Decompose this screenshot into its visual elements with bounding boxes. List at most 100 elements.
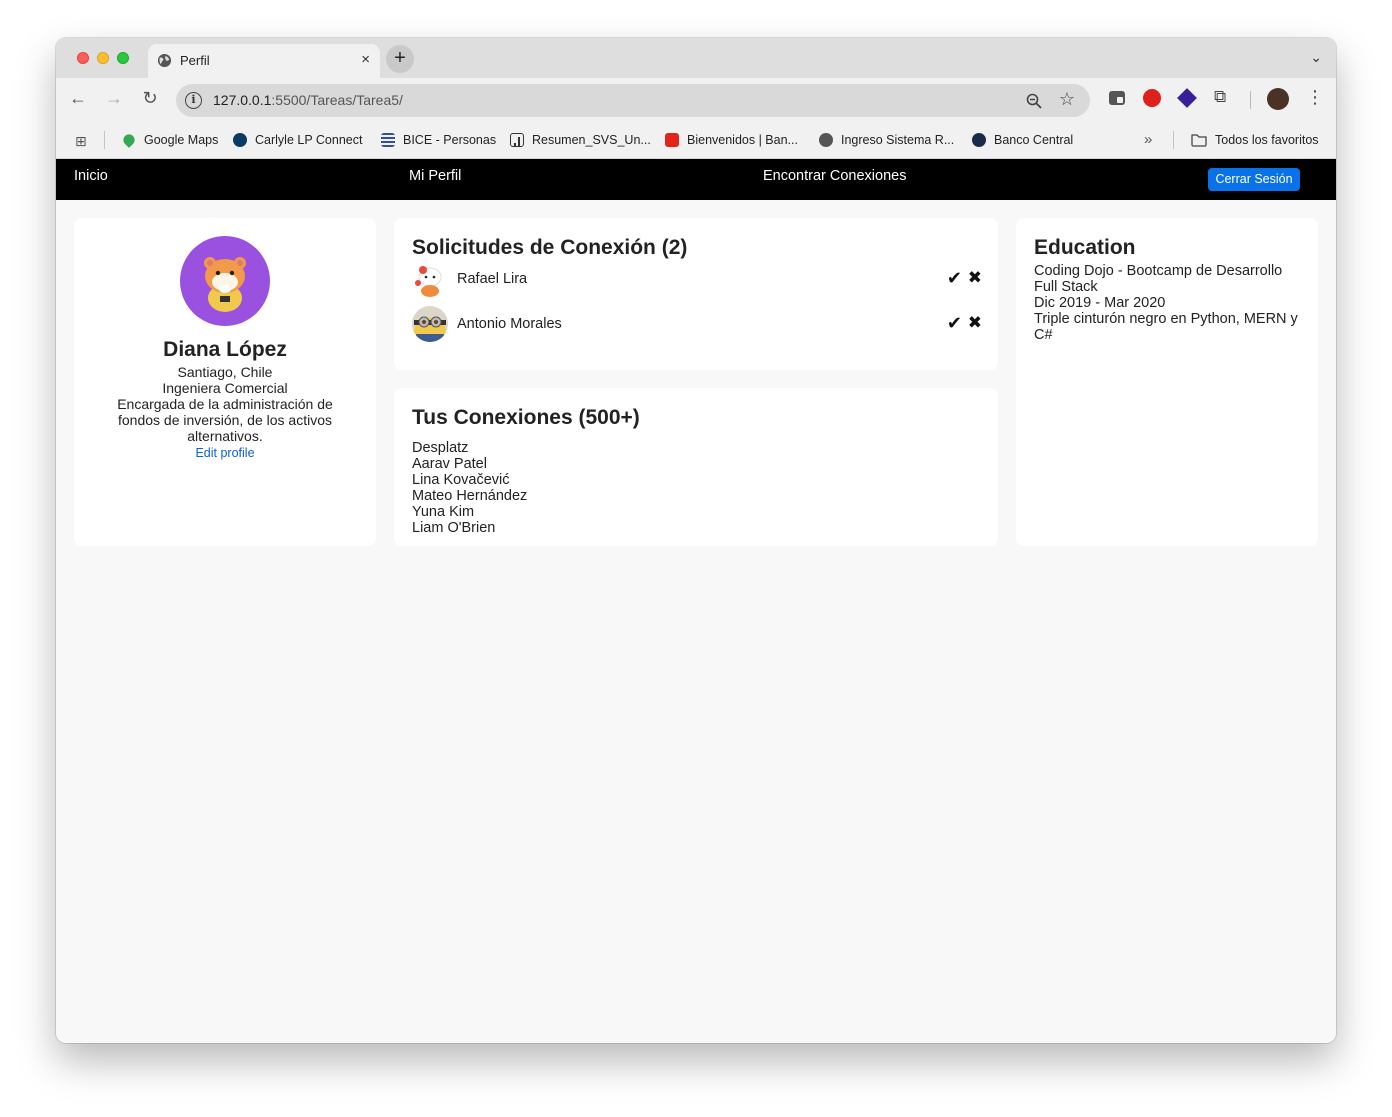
globe-icon (157, 53, 172, 68)
profile-card: Diana López Santiago, Chile Ingeniera Co… (74, 218, 376, 546)
bookmark-divider (1173, 131, 1174, 149)
connections-list: Desplatz Aarav Patel Lina Kovačević Mate… (412, 440, 527, 536)
url-host: 127.0.0.1 (213, 92, 272, 108)
maximize-window-button[interactable] (117, 52, 129, 64)
google-maps-icon (121, 132, 137, 148)
folder-icon (1191, 134, 1207, 147)
minimize-window-button[interactable] (97, 52, 109, 64)
bookmark-label: Carlyle LP Connect (255, 133, 363, 147)
edit-profile-link[interactable]: Edit profile (110, 445, 340, 461)
browser-window: Perfil × + ⌄ ← → ↻ i 127.0.0.1:5500/Tare… (56, 38, 1336, 1043)
reload-icon[interactable]: ↻ (138, 88, 162, 109)
profile-location: Santiago, Chile (177, 364, 273, 380)
accept-check-icon[interactable]: ✔ (947, 313, 962, 334)
reject-x-icon[interactable]: ✖ (968, 268, 982, 288)
new-tab-button[interactable]: + (386, 45, 414, 73)
bookmark-label: Google Maps (144, 133, 219, 147)
layers-extension-icon[interactable] (1177, 88, 1197, 108)
browser-tab[interactable]: Perfil × (148, 44, 380, 78)
connections-card: Tus Conexiones (500+) Desplatz Aarav Pat… (394, 388, 998, 546)
list-item: Yuna Kim (412, 504, 475, 520)
list-item: Liam O'Brien (412, 520, 496, 536)
request-avatar (412, 306, 448, 342)
browser-toolbar: ← → ↻ i 127.0.0.1:5500/Tareas/Tarea5/ ☆ … (56, 78, 1336, 122)
request-name: Rafael Lira (457, 271, 528, 287)
minion-avatar-icon (412, 306, 448, 342)
apps-grid-icon[interactable]: ⊞ (75, 133, 87, 150)
list-item: Aarav Patel (412, 456, 487, 472)
request-row: Antonio Morales ✔ ✖ (412, 306, 982, 342)
bookmarks-folder-label: Todos los favoritos (1215, 133, 1319, 147)
profile-title: Ingeniera Comercial (162, 380, 288, 396)
bookmark-label: Ingreso Sistema R... (841, 133, 955, 147)
zoom-icon[interactable] (1026, 93, 1042, 109)
toolbar-divider (1250, 91, 1251, 109)
list-item: Lina Kovačević (412, 472, 510, 488)
extension-tabs-icon[interactable] (1108, 89, 1126, 107)
url-path: :5500/Tareas/Tarea5/ (271, 92, 403, 108)
profile-avatar-icon[interactable] (1267, 88, 1289, 110)
nav-encontrar-conexiones-link[interactable]: Encontrar Conexiones (763, 168, 906, 184)
tab-strip: Perfil × + ⌄ (56, 38, 1336, 78)
logout-button[interactable]: Cerrar Sesión (1208, 168, 1300, 191)
chart-icon (510, 133, 524, 147)
carlyle-icon (233, 133, 247, 147)
bookmark-resumen[interactable]: Resumen_SVS_Un... (510, 133, 651, 147)
bookmark-label: Banco Central (994, 133, 1074, 147)
bookmark-google-maps[interactable]: Google Maps (121, 132, 219, 148)
bookmark-carlyle[interactable]: Carlyle LP Connect (233, 133, 362, 147)
banco-central-icon (972, 133, 986, 147)
address-bar[interactable]: i 127.0.0.1:5500/Tareas/Tarea5/ ☆ (176, 84, 1090, 117)
santander-icon (665, 133, 679, 147)
request-row: Rafael Lira ✔ ✖ (412, 261, 982, 297)
list-item: Mateo Hernández (412, 488, 528, 504)
hello-kitty-avatar-icon (412, 261, 448, 297)
bookmarks-folder[interactable]: Todos los favoritos (1191, 133, 1319, 147)
bookmarks-bar: ⊞ Google Maps Carlyle LP Connect BICE - … (56, 122, 1336, 159)
avatar (180, 236, 270, 326)
profile-details: Santiago, Chile Ingeniera Comercial Enca… (110, 364, 340, 461)
globe-icon (819, 133, 833, 147)
bookmark-label: Bienvenidos | Ban... (687, 133, 798, 147)
education-title: Education (1034, 236, 1136, 259)
more-menu-icon[interactable]: ⋮ (1306, 87, 1324, 108)
more-bookmarks-icon[interactable]: » (1144, 131, 1152, 148)
connections-title: Tus Conexiones (500+) (412, 406, 640, 429)
tab-title: Perfil (180, 53, 210, 68)
profile-bio: Encargada de la administración de fondos… (117, 396, 333, 444)
profile-name: Diana López (163, 338, 287, 361)
extensions-puzzle-icon[interactable]: ⧉ (1214, 87, 1232, 106)
forward-arrow-icon[interactable]: → (102, 88, 126, 109)
request-name: Antonio Morales (457, 316, 562, 332)
education-dates: Dic 2019 - Mar 2020 (1034, 295, 1166, 311)
chevron-down-icon[interactable]: ⌄ (1310, 49, 1322, 66)
bookmark-banco-central[interactable]: Banco Central (972, 133, 1073, 147)
adblock-extension-icon[interactable] (1143, 89, 1161, 107)
bice-icon (381, 133, 395, 147)
request-avatar (412, 261, 448, 297)
back-arrow-icon[interactable]: ← (66, 88, 90, 109)
bookmark-star-icon[interactable]: ☆ (1059, 89, 1075, 110)
education-card: Education Coding Dojo - Bootcamp de Desa… (1016, 218, 1318, 546)
list-item: Desplatz (412, 440, 469, 456)
education-achievement: Triple cinturón negro en Python, MERN y … (1034, 311, 1298, 343)
bookmark-bice[interactable]: BICE - Personas (381, 133, 496, 147)
url-text[interactable]: 127.0.0.1:5500/Tareas/Tarea5/ (213, 92, 403, 108)
top-navbar: Inicio Mi Perfil Encontrar Conexiones Ce… (56, 159, 1336, 200)
nav-mi-perfil-link[interactable]: Mi Perfil (409, 168, 461, 184)
accept-check-icon[interactable]: ✔ (947, 268, 962, 289)
close-window-button[interactable] (77, 52, 89, 64)
education-school: Coding Dojo - Bootcamp de Desarrollo Ful… (1034, 263, 1283, 295)
hamster-avatar-icon (204, 257, 246, 312)
nav-inicio-link[interactable]: Inicio (74, 168, 108, 184)
site-info-icon[interactable]: i (185, 92, 202, 109)
tab-close-icon[interactable]: × (361, 51, 370, 68)
bookmark-ingreso[interactable]: Ingreso Sistema R... (819, 133, 954, 147)
bookmark-label: BICE - Personas (403, 133, 497, 147)
reject-x-icon[interactable]: ✖ (968, 313, 982, 333)
connection-requests-card: Solicitudes de Conexión (2) Rafael Lira … (394, 218, 998, 370)
education-details: Coding Dojo - Bootcamp de Desarrollo Ful… (1034, 263, 1304, 343)
requests-title: Solicitudes de Conexión (2) (412, 236, 688, 259)
page-content: Inicio Mi Perfil Encontrar Conexiones Ce… (56, 159, 1336, 1043)
bookmark-santander[interactable]: Bienvenidos | Ban... (665, 133, 798, 147)
